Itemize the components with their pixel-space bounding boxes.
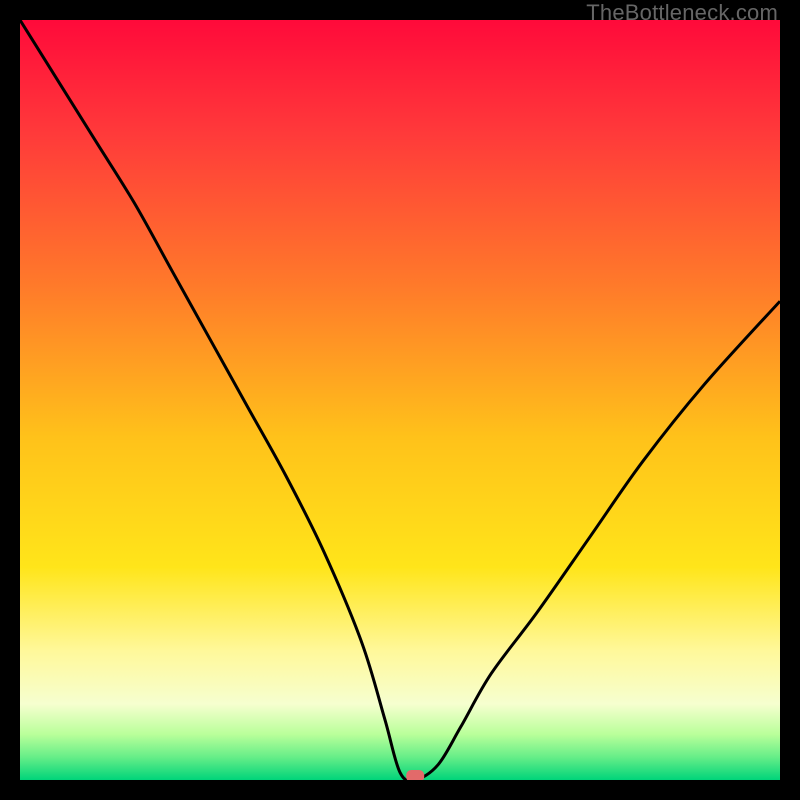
optimal-marker (406, 770, 424, 780)
gradient-background (20, 20, 780, 780)
chart-frame (20, 20, 780, 780)
bottleneck-chart (20, 20, 780, 780)
